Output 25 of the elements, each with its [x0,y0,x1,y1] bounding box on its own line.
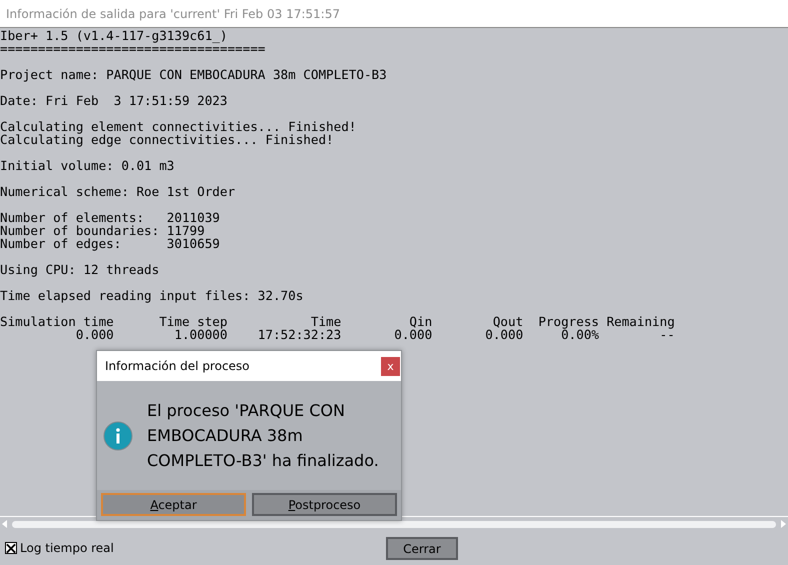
console-line: Number of boundaries: 11799 [0,223,205,238]
checkbox-label: Log tiempo real [20,541,114,555]
dialog-message: El proceso 'PARQUE CON EMBOCADURA 38m COMPLETO-B3' ha finalizado. [147,400,380,472]
console-line: Number of elements: 2011039 [0,210,220,225]
console-line: Initial volume: 0.01 m3 [0,158,174,173]
console-line: Project name: PARQUE CON EMBOCADURA 38m COMPLETO-B3 [0,67,387,82]
checkbox[interactable] [5,542,17,554]
console-line: Time elapsed reading input files: 32.70s [0,288,304,303]
console-line: Number of edges: 3010659 [0,236,220,251]
scroll-left-icon[interactable] [1,519,9,529]
window-title: Información de salida para 'current' Fri Feb 03 17:51:57 [6,6,340,20]
console-line: Date: Fri Feb 3 17:51:59 2023 [0,93,228,108]
dialog-title: Información del proceso [105,360,250,372]
close-window-button[interactable]: Cerrar [386,537,458,560]
console-line: Simulation time Time step Time Qin Qout Progress Remaining [0,314,675,329]
console-line: Using CPU: 12 threads [0,262,160,277]
close-button[interactable]: x [381,356,400,376]
console-line: Numerical scheme: Roe 1st Order [0,184,236,199]
dialog-button[interactable]: Aceptar [101,493,246,516]
console-line: Iber+ 1.5 (v1.4-117-g3139c61_) [0,28,228,43]
dialog-button[interactable]: Postproceso [252,493,397,516]
horizontal-scrollbar[interactable] [0,516,788,531]
info-icon [103,420,133,450]
scroll-right-icon[interactable] [779,519,787,529]
console-line: Calculating element connectivities... Finished! [0,119,356,134]
